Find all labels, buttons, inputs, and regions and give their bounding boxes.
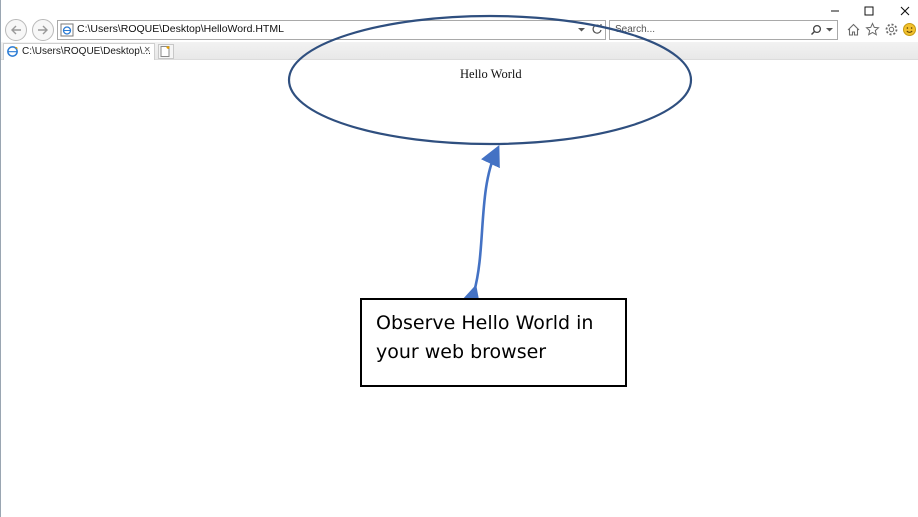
maximize-button[interactable] — [862, 4, 876, 18]
callout-text: Observe Hello World in your web browser — [376, 312, 594, 363]
forward-icon — [38, 25, 48, 35]
search-box[interactable]: Search... — [609, 20, 838, 40]
minimize-icon — [831, 10, 839, 12]
search-icon[interactable] — [810, 24, 822, 36]
refresh-icon[interactable] — [591, 23, 603, 35]
minimize-button[interactable] — [828, 4, 842, 18]
feedback-button[interactable] — [901, 21, 917, 37]
smiley-icon — [902, 22, 916, 36]
new-tab-button[interactable] — [158, 44, 174, 59]
ie-page-icon — [7, 46, 18, 57]
annotation-callout: Observe Hello World in your web browser — [360, 298, 627, 387]
back-button[interactable] — [5, 19, 27, 41]
ie-page-icon — [60, 23, 74, 37]
address-dropdown-icon[interactable] — [577, 24, 586, 34]
settings-button[interactable] — [883, 21, 899, 37]
favorites-icon — [864, 21, 880, 36]
back-icon — [11, 25, 21, 35]
tab-close-button[interactable]: × — [144, 44, 150, 56]
address-bar[interactable]: C:\Users\ROQUE\Desktop\HelloWord.HTML — [57, 20, 606, 40]
tab-strip: C:\Users\ROQUE\Desktop\... × — [1, 42, 918, 60]
search-placeholder: Search... — [615, 24, 656, 35]
browser-toolbar: C:\Users\ROQUE\Desktop\HelloWord.HTML Se… — [1, 0, 918, 42]
address-url: C:\Users\ROQUE\Desktop\HelloWord.HTML — [77, 23, 284, 35]
search-dropdown-icon[interactable] — [825, 25, 834, 34]
page-heading: Hello World — [460, 67, 522, 81]
home-icon — [847, 23, 859, 36]
tab-title: C:\Users\ROQUE\Desktop\... — [22, 46, 151, 57]
page-content — [1, 60, 918, 517]
forward-button[interactable] — [32, 19, 54, 41]
close-icon — [900, 6, 910, 16]
settings-icon — [885, 23, 897, 35]
maximize-icon — [864, 6, 874, 16]
new-tab-icon — [160, 46, 170, 57]
favorites-button[interactable] — [864, 21, 880, 37]
close-window-button[interactable] — [898, 4, 912, 18]
home-button[interactable] — [845, 21, 861, 37]
tab-active[interactable]: C:\Users\ROQUE\Desktop\... × — [3, 43, 155, 60]
